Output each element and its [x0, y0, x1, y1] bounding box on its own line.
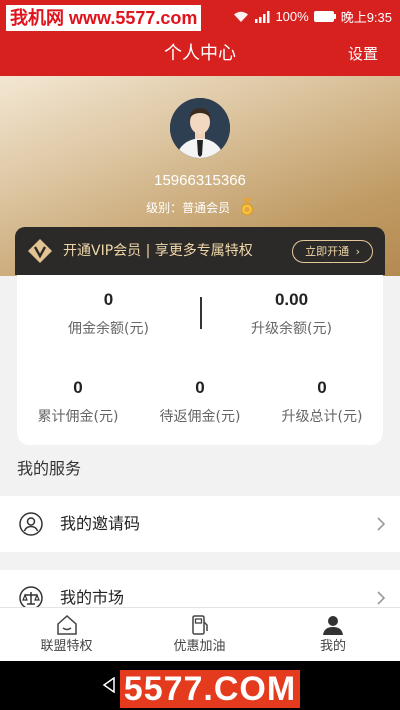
- home-icon: [0, 613, 133, 637]
- user-circle-icon: [19, 512, 43, 540]
- stat-value: 0: [195, 378, 205, 397]
- tab-label: 联盟特权: [40, 639, 93, 654]
- service-item-label: 我的邀请码: [60, 514, 141, 533]
- stat-label: 待返佣金(元): [159, 409, 241, 425]
- stat-label: 佣金余额(元): [68, 321, 149, 337]
- signal-icon: [254, 10, 270, 23]
- stat-label: 升级总计(元): [281, 409, 363, 425]
- stat-upgrade-balance[interactable]: 0.00 升级余额(元): [200, 289, 383, 339]
- member-level-text: 级别：普通会员: [146, 201, 231, 215]
- stat-value: 0: [103, 290, 114, 309]
- vip-v-icon: [27, 238, 53, 268]
- header: 个人中心 设置: [0, 34, 400, 76]
- watermark-bottom: 5577.COM: [120, 670, 300, 708]
- medal-icon: [240, 198, 254, 219]
- status-icons: 100% 晚上9:35: [233, 7, 392, 26]
- back-icon[interactable]: [102, 676, 116, 697]
- avatar[interactable]: [170, 98, 230, 158]
- fuel-icon: [133, 613, 266, 637]
- vip-banner-text: 开通VIP会员 | 享更多专属特权: [63, 243, 253, 259]
- watermark-top: 我机网 www.5577.com: [6, 5, 202, 31]
- stat-value: 0: [317, 378, 327, 397]
- vip-banner[interactable]: 开通VIP会员 | 享更多专属特权 立即开通 ›: [15, 227, 385, 275]
- settings-button[interactable]: 设置: [348, 34, 378, 74]
- user-phone: 15966315366: [154, 172, 246, 189]
- services-title: 我的服务: [17, 459, 82, 478]
- status-time: 晚上9:35: [340, 10, 392, 25]
- page-title: 个人中心: [164, 43, 236, 64]
- stat-value: 0: [73, 378, 83, 397]
- stats-card: 0 佣金余额(元) 0.00 升级余额(元) 0 累计佣金(元) 0 待返佣金(…: [17, 275, 383, 445]
- tab-label: 我的: [319, 639, 346, 654]
- member-level: 级别：普通会员: [0, 198, 400, 219]
- stat-total-commission[interactable]: 0 累计佣金(元): [17, 377, 139, 427]
- stat-commission-balance[interactable]: 0 佣金余额(元): [17, 289, 200, 339]
- bottom-tab-bar: 联盟特权 优惠加油 我的: [0, 607, 400, 661]
- tab-fuel-discount[interactable]: 优惠加油: [133, 608, 266, 662]
- vip-open-label: 立即开通: [305, 245, 350, 258]
- stat-pending-commission[interactable]: 0 待返佣金(元): [139, 377, 261, 427]
- chevron-right-icon: ›: [355, 245, 360, 258]
- service-item-invite-code[interactable]: 我的邀请码: [0, 496, 400, 552]
- stat-label: 升级余额(元): [251, 321, 332, 337]
- status-bar: 我机网 www.5577.com 100% 晚上9:35: [0, 0, 400, 34]
- tab-label: 优惠加油: [173, 639, 226, 654]
- tab-mine[interactable]: 我的: [266, 608, 400, 662]
- battery-icon: [313, 11, 336, 22]
- stat-upgrade-total[interactable]: 0 升级总计(元): [261, 377, 383, 427]
- chevron-right-icon: [376, 516, 386, 536]
- stat-label: 累计佣金(元): [37, 409, 119, 425]
- person-icon: [266, 613, 400, 637]
- stat-value: 0.00: [274, 290, 309, 309]
- battery-percent: 100%: [275, 9, 309, 24]
- vip-open-button[interactable]: 立即开通 ›: [292, 240, 373, 263]
- wifi-icon: [233, 11, 249, 23]
- tab-alliance-privileges[interactable]: 联盟特权: [0, 608, 133, 662]
